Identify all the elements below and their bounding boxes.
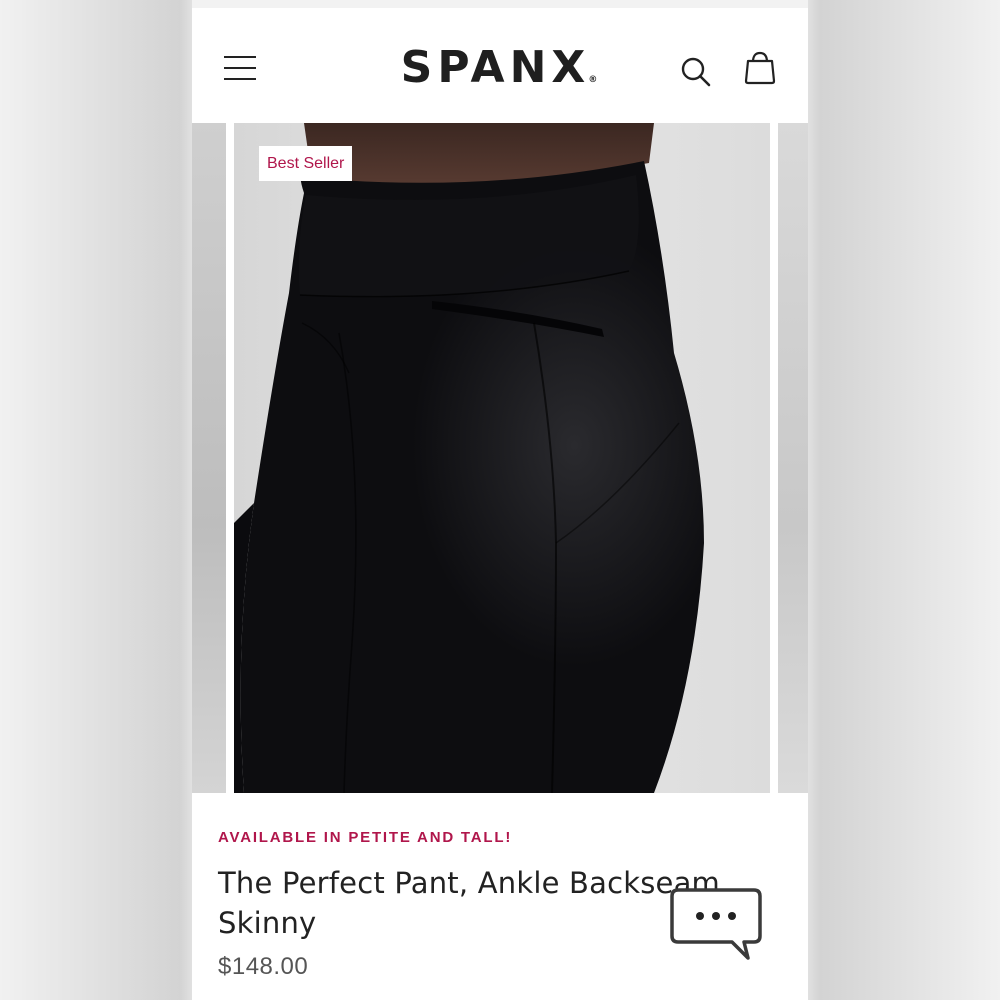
trademark-symbol: ® — [588, 75, 598, 85]
status-strip — [192, 0, 808, 8]
phone-screen: SPANX® Best Seller AVAILABLE IN PETITE A… — [192, 0, 808, 1000]
product-price: $148.00 — [218, 953, 309, 980]
hamburger-menu-icon[interactable] — [220, 52, 260, 84]
product-title[interactable]: The Perfect Pant, Ankle Backseam Skinny — [218, 863, 738, 943]
best-seller-badge: Best Seller — [259, 146, 353, 181]
brand-name: SPANX — [400, 42, 591, 93]
brand-logo[interactable]: SPANX® — [342, 38, 658, 98]
product-image-carousel[interactable]: Best Seller — [192, 123, 808, 793]
promo-text: AVAILABLE IN PETITE AND TALL! — [218, 829, 513, 846]
site-header: SPANX® — [192, 8, 808, 123]
previous-slide-peek[interactable] — [192, 123, 226, 793]
search-icon[interactable] — [678, 54, 714, 90]
next-slide-peek[interactable] — [778, 123, 808, 793]
shopping-bag-icon[interactable] — [740, 48, 780, 88]
product-image[interactable]: Best Seller — [234, 123, 770, 793]
chat-bubble-icon[interactable] — [666, 884, 766, 964]
